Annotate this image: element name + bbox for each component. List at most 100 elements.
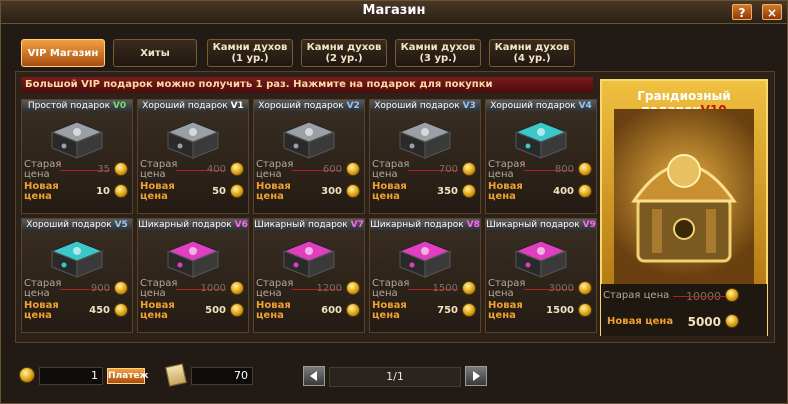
new-price-label: Новая цена: [140, 181, 175, 202]
gift-card[interactable]: Простой подарок V0 Старая цена 35 Новая …: [21, 99, 133, 214]
gold-amount: 1: [39, 367, 103, 385]
old-price-label: Старая цена: [24, 278, 62, 299]
old-price-label: Старая цена: [256, 278, 294, 299]
gift-chest-icon: [282, 121, 336, 159]
tab-spirit-stones-4[interactable]: Камни духов (4 ур.): [489, 39, 575, 67]
old-price-row: Старая цена 400: [140, 160, 246, 180]
tab-spirit-stones-1[interactable]: Камни духов (1 ур.): [207, 39, 293, 67]
new-price-label: Новая цена: [140, 300, 175, 321]
new-price-row: Новая цена 50: [140, 182, 246, 202]
gift-vip-level: V2: [346, 101, 360, 111]
page-indicator: 1/1: [329, 367, 461, 387]
gift-title: Хороший подарок: [258, 101, 344, 111]
shop-window: Магазин ? × VIP Магазин Хиты Камни духов…: [0, 0, 788, 404]
new-price-value: 10: [96, 186, 110, 197]
old-price-row: Старая цена 3000: [488, 279, 594, 299]
gift-name: Хороший подарок V3: [370, 100, 480, 113]
gift-card[interactable]: Шикарный подарок V8 Старая цена 1500 Нов…: [369, 218, 481, 333]
tab-label: Камни духов: [212, 42, 288, 53]
gift-chest-icon: [282, 240, 336, 278]
tab-label: VIP Магазин: [27, 47, 99, 59]
new-price-label: Новая цена: [256, 300, 291, 321]
gift-card[interactable]: Шикарный подарок V7 Старая цена 1200 Нов…: [253, 218, 365, 333]
new-price-value: 600: [321, 305, 342, 316]
old-price-value: 3000: [548, 283, 574, 294]
gift-card[interactable]: Хороший подарок V2 Старая цена 600 Новая…: [253, 99, 365, 214]
prev-page-button[interactable]: [303, 366, 325, 386]
old-price-value: 800: [554, 164, 574, 175]
old-price-label: Старая цена: [488, 278, 526, 299]
grand-gift-prices: Старая цена 10000 Новая цена 5000: [601, 284, 767, 336]
old-price-label: Старая цена: [372, 159, 410, 180]
gold-coin-icon: [230, 281, 244, 295]
next-page-button[interactable]: [465, 366, 487, 386]
tab-spirit-stones-3[interactable]: Камни духов (3 ур.): [395, 39, 481, 67]
tab-vip-shop[interactable]: VIP Магазин: [21, 39, 105, 67]
old-price-label: Старая цена: [372, 278, 410, 299]
new-price-row: Новая цена 400: [488, 182, 594, 202]
tab-spirit-stones-2[interactable]: Камни духов (2 ур.): [301, 39, 387, 67]
old-price-value: 700: [438, 164, 458, 175]
new-price-row: Новая цена 300: [256, 182, 362, 202]
gift-card[interactable]: Хороший подарок V4 Старая цена 800 Новая…: [485, 99, 597, 214]
grand-new-label: Новая цена: [607, 316, 674, 327]
gift-card[interactable]: Хороший подарок V1 Старая цена 400 Новая…: [137, 99, 249, 214]
new-price-row: Новая цена 500: [140, 301, 246, 321]
gold-coin-icon: [578, 162, 592, 176]
gift-card[interactable]: Шикарный подарок V9 Старая цена 3000 Нов…: [485, 218, 597, 333]
old-price-row: Старая цена 1200: [256, 279, 362, 299]
new-price-row: Новая цена 350: [372, 182, 478, 202]
new-price-row: Новая цена 600: [256, 301, 362, 321]
gift-title: Хороший подарок: [142, 101, 228, 111]
tab-level: (4 ур.): [513, 53, 551, 64]
gift-vip-level: V9: [582, 220, 596, 230]
new-price-label: Новая цена: [24, 181, 59, 202]
gift-chest-icon: [398, 240, 452, 278]
gift-card[interactable]: Хороший подарок V5 Старая цена 900 Новая…: [21, 218, 133, 333]
gold-coin-icon: [346, 162, 360, 176]
help-button[interactable]: ?: [732, 4, 752, 20]
gold-coin-icon: [578, 303, 592, 317]
gift-card[interactable]: Хороший подарок V3 Старая цена 700 Новая…: [369, 99, 481, 214]
new-price-value: 50: [212, 186, 226, 197]
gift-vip-level: V8: [466, 220, 480, 230]
old-price-row: Старая цена 600: [256, 160, 362, 180]
gold-coin-icon: [346, 303, 360, 317]
gold-coin-icon: [230, 184, 244, 198]
old-price-row: Старая цена 700: [372, 160, 478, 180]
tab-hits[interactable]: Хиты: [113, 39, 197, 67]
gift-chest-icon: [166, 240, 220, 278]
gold-coin-icon: [578, 281, 592, 295]
gift-name: Хороший подарок V5: [22, 219, 132, 232]
gift-title: Шикарный подарок: [254, 220, 348, 230]
new-price-value: 400: [553, 186, 574, 197]
close-button[interactable]: ×: [762, 4, 782, 20]
grand-chest-image: [614, 109, 754, 284]
gift-title: Хороший подарок: [26, 220, 112, 230]
gift-vip-level: V0: [112, 101, 127, 111]
gift-vip-level: V3: [462, 101, 476, 111]
new-price-row: Новая цена 750: [372, 301, 478, 321]
payment-button[interactable]: Платеж: [107, 368, 148, 384]
gift-chest-icon: [514, 121, 568, 159]
old-price-value: 900: [90, 283, 110, 294]
grand-old-strike: [673, 296, 729, 297]
gift-name: Хороший подарок V1: [138, 100, 248, 113]
voucher-icon: [165, 363, 187, 387]
gift-title: Хороший подарок: [374, 101, 460, 111]
new-price-value: 350: [437, 186, 458, 197]
new-price-value: 450: [89, 305, 110, 316]
old-price-value: 35: [97, 164, 110, 175]
old-price-value: 1500: [432, 283, 458, 294]
gold-coin-icon: [462, 184, 476, 198]
gift-card[interactable]: Шикарный подарок V6 Старая цена 1000 Нов…: [137, 218, 249, 333]
gold-coin-icon: [19, 367, 35, 383]
gift-chest-icon: [50, 121, 104, 159]
title-bar: Магазин ? ×: [1, 1, 787, 24]
new-price-label: Новая цена: [256, 181, 291, 202]
new-price-value: 1500: [546, 305, 574, 316]
tab-label: Хиты: [140, 47, 170, 59]
gold-coin-icon: [462, 162, 476, 176]
new-price-value: 500: [205, 305, 226, 316]
tab-label: Камни духов: [494, 42, 570, 53]
